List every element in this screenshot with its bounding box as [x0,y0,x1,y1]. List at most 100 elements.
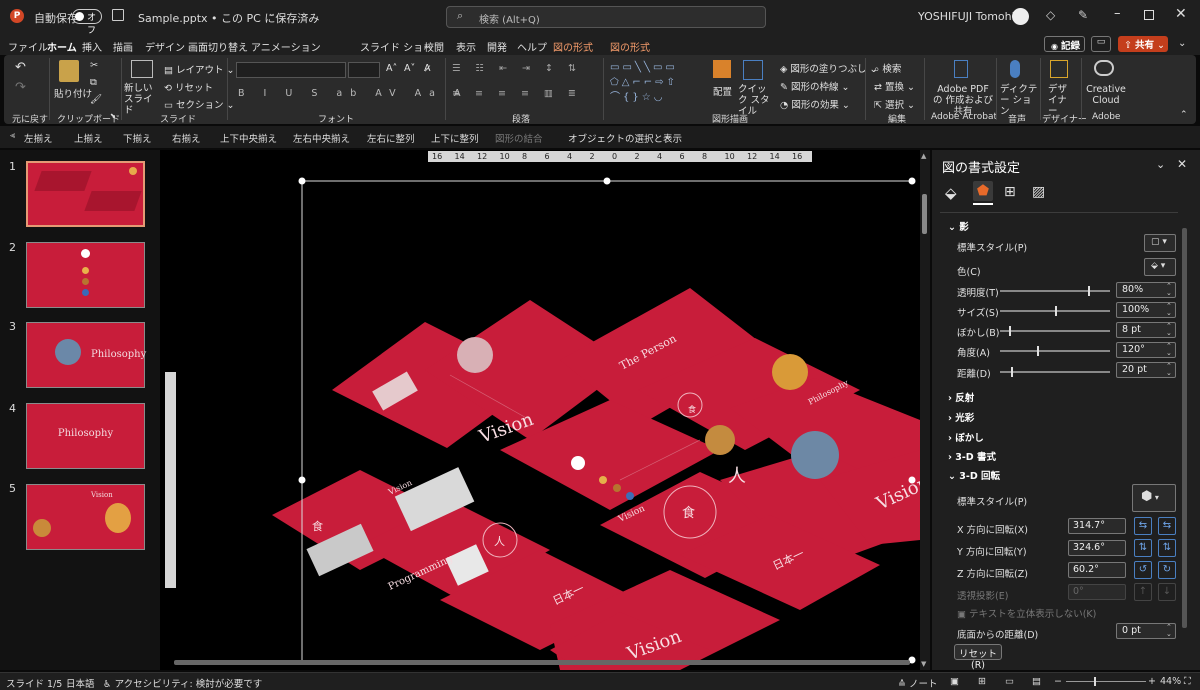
tab-picture-format[interactable]: 図の形式 [610,39,650,54]
rotate-down-icon[interactable]: ⇅ [1134,539,1152,557]
shapes-gallery[interactable]: ▭▭╲╲▭▭ ⬠△⌐⌐⇨⇧ ⌒{}☆◡ [610,60,702,106]
distribute-vertical-button[interactable]: 上下に整列 [431,131,479,145]
normal-view-icon[interactable]: ▣ [950,676,959,687]
layout-button[interactable]: ▤ レイアウト ⌄ [164,62,235,76]
glow-section-header[interactable]: › 光彩 [948,410,974,424]
size-input[interactable]: 100% [1116,302,1176,318]
quick-style-icon[interactable] [743,60,763,80]
align-middle-button[interactable]: 上下中央揃え [220,131,277,145]
adobe-pdf-icon[interactable] [954,60,968,78]
document-title[interactable]: Sample.pptx • この PC に保存済み [138,10,319,26]
pane-close-icon[interactable]: ✕ [1177,157,1187,171]
replace-button[interactable]: ⇄ 置換 ⌄ [874,79,915,93]
tab-slideshow[interactable]: スライド ショー [360,39,433,54]
tab-home[interactable]: ホーム [47,39,77,58]
align-right-button[interactable]: 右揃え [172,131,201,145]
shadow-color-picker[interactable]: ⬙ ▾ [1144,258,1176,276]
clear-format-icon[interactable]: A̷ [424,63,431,74]
pen-icon[interactable]: ✎ [1078,8,1088,22]
cut-icon[interactable]: ✂ [90,60,98,71]
share-button[interactable]: ⇪ 共有 ⌄ [1118,36,1168,52]
font-name-combo[interactable] [236,62,346,78]
new-slide-icon[interactable] [131,60,153,78]
fit-to-window-icon[interactable]: ⛶ [1184,676,1191,687]
find-button[interactable]: ⌕ 検索 [874,61,901,75]
slide-artwork[interactable]: Vision The Person Philosophy Vision Visi… [160,150,920,670]
arrange-button[interactable]: 配置 [713,84,732,98]
distance-from-ground-input[interactable]: 0 pt [1116,623,1176,639]
font-format-icons[interactable]: B I U S ab AV Aa A [238,88,469,99]
notes-button[interactable]: ≙ ノート [898,676,938,690]
paste-button[interactable]: 貼り付け [54,86,92,100]
dialog-launcher-icon[interactable]: ⬊ [110,112,116,120]
close-icon[interactable]: ✕ [1175,6,1187,22]
microphone-icon[interactable] [1010,60,1020,78]
ribbon-display-options-icon[interactable]: ⌄ [1178,38,1186,49]
distribute-horizontal-button[interactable]: 左右に整列 [367,131,415,145]
slide-thumbnail-5[interactable]: Vision [26,484,145,550]
tab-review[interactable]: 校閲 [424,39,444,54]
creative-cloud-button[interactable]: Creative Cloud [1086,84,1126,106]
chevron-down-icon[interactable]: ⌄ [268,9,276,19]
tab-transitions[interactable]: 画面切り替え [188,39,248,54]
grow-font-icon[interactable]: A˄ [386,63,397,74]
3d-rotation-section-header[interactable]: ⌄ 3-D 回転 [948,468,1000,482]
diamond-icon[interactable]: ◇ [1046,8,1055,22]
fill-line-tab-icon[interactable]: ⬙ [945,184,957,202]
pane-scrollbar[interactable] [1182,228,1187,628]
avatar[interactable] [1012,8,1029,25]
tab-insert[interactable]: 挿入 [82,39,102,54]
angle-input[interactable]: 120° [1116,342,1176,358]
slide-thumbnail-1[interactable] [26,161,145,227]
paste-icon[interactable] [59,60,79,82]
slide-thumbnail-3[interactable]: Philosophy [26,322,146,388]
zoom-out-icon[interactable]: − [1054,676,1062,687]
align-center-button[interactable]: 左右中央揃え [293,131,350,145]
picture-tab-icon[interactable]: ▨ [1032,184,1045,200]
distance-input[interactable]: 20 pt [1116,362,1176,378]
perspective-input[interactable]: 0° [1068,584,1126,600]
slide-thumbnail-2[interactable] [26,242,145,308]
record-button[interactable]: ◉ 記録 [1044,36,1085,52]
zoom-level[interactable]: 44% [1160,676,1181,687]
tab-developer[interactable]: 開発 [487,39,507,54]
rotation-preset-dropdown[interactable]: ⬢ ▾ [1132,484,1176,512]
copy-icon[interactable]: ⧉ [90,77,97,88]
rotate-left-icon[interactable]: ⇆ [1134,517,1152,535]
shadow-preset-dropdown[interactable]: ▢ ▾ [1144,234,1176,252]
zoom-in-icon[interactable]: + [1148,676,1156,687]
creative-cloud-icon[interactable] [1094,60,1114,76]
size-properties-tab-icon[interactable]: ⊞ [1004,184,1016,200]
y-rotation-input[interactable]: 324.6° [1068,540,1126,556]
soft-edges-section-header[interactable]: › ぼかし [948,430,984,444]
section-button[interactable]: ▭ セクション ⌄ [164,97,235,111]
align-left-button[interactable]: 左揃え [24,131,53,145]
reading-view-icon[interactable]: ▭ [1005,676,1014,687]
zoom-slider[interactable] [1066,677,1146,686]
rotate-up-icon[interactable]: ⇅ [1158,539,1176,557]
search-box[interactable]: ⌕ 検索 (Alt+Q) [446,6,766,28]
blur-input[interactable]: 8 pt [1116,322,1176,338]
keep-text-flat-checkbox[interactable]: ▣ テキストを立体表示しない(K) [957,606,1096,620]
tab-shape-format[interactable]: 図の形式 [553,39,593,54]
shape-outline-button[interactable]: ✎ 図形の枠線 ⌄ [780,79,850,93]
rotate-right-icon[interactable]: ⇆ [1158,517,1176,535]
redo-icon[interactable]: ↷ [15,80,26,95]
effects-tab-icon[interactable]: ⬟ [973,181,993,201]
format-painter-icon[interactable]: 🖌 [90,94,102,105]
rotate-ccw-icon[interactable]: ↺ [1134,561,1152,579]
perspective-down-icon[interactable]: ↓ [1158,583,1176,601]
reset-button[interactable]: ⟲ リセット [164,80,213,94]
arrange-icon[interactable] [713,60,731,78]
align-bottom-button[interactable]: 下揃え [123,131,152,145]
new-slide-button[interactable]: 新しい スライド [124,83,160,116]
distance-slider[interactable] [1000,367,1110,377]
merge-shapes-button[interactable]: 図形の結合 [495,131,543,145]
user-name[interactable]: YOSHIFUJI Tomohiro [918,10,1026,23]
align-top-button[interactable]: 上揃え [74,131,103,145]
list-icons[interactable]: ☰ ☷ ⇤ ⇥ ↕ ⇅ [452,63,582,74]
tab-view[interactable]: 表示 [456,39,476,54]
z-rotation-input[interactable]: 60.2° [1068,562,1126,578]
tab-animations[interactable]: アニメーション [251,39,321,54]
customize-qat-icon[interactable]: ⌄ [664,131,672,142]
